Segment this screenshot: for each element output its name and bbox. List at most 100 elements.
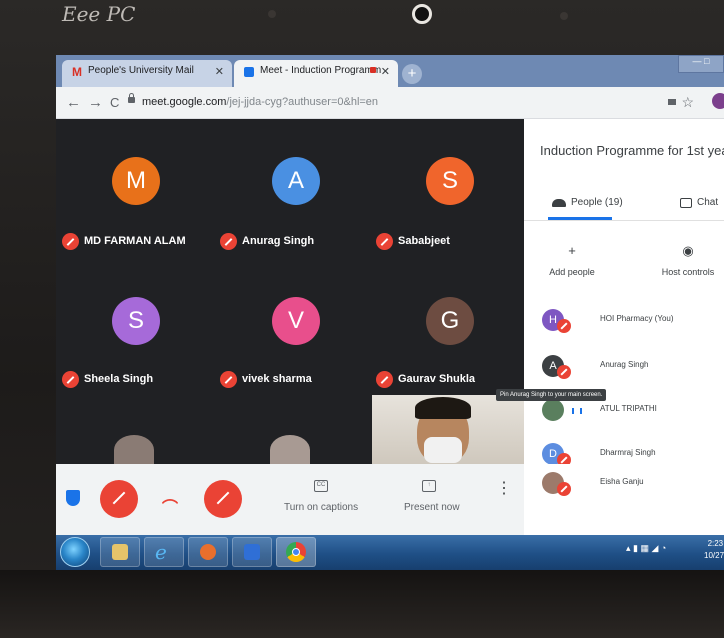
clock-date: 10/27/2	[704, 551, 724, 560]
participant-tile[interactable]: V vivek sharma	[220, 279, 370, 389]
participant-row[interactable]: A Anurag Singh	[542, 355, 722, 385]
system-tray[interactable]: ▴ ▮ ▦ ◢ ◔	[626, 543, 666, 554]
present-icon[interactable]: ↑	[422, 480, 436, 492]
profile-avatar[interactable]	[712, 93, 724, 109]
address-bar: ← → C meet.google.com/jej-jjda-cyg?authu…	[56, 87, 724, 119]
people-panel-continued: Eisha Ganju	[524, 464, 724, 535]
participant-row[interactable]: Eisha Ganju	[542, 472, 722, 502]
mic-off-icon	[220, 233, 237, 250]
tab-chat-label: Chat	[697, 197, 719, 208]
avatar: V	[272, 297, 320, 345]
add-people-button[interactable]: + Add people	[532, 244, 612, 277]
participant-tile[interactable]: G Gaurav Shukla	[376, 279, 526, 389]
tab-people[interactable]: People (19)	[552, 197, 623, 208]
system-clock[interactable]: 2:23 P 10/27/2	[704, 538, 724, 562]
participant-name: vivek sharma	[242, 373, 312, 385]
add-people-label: Add people	[549, 267, 595, 277]
window-controls[interactable]: — □	[678, 55, 724, 73]
device-brand: Eee PC	[62, 2, 136, 26]
avatar: M	[112, 157, 160, 205]
windows-taskbar: e ▴ ▮ ▦ ◢ ◔ 2:23 P 10/27/2	[56, 535, 724, 570]
taskbar-chrome[interactable]	[276, 537, 316, 567]
people-panel: Induction Programme for 1st year... Peop…	[524, 119, 724, 467]
tab-label: People's University Mail	[88, 65, 194, 76]
participant-row[interactable]: H HOI Pharmacy (You)	[542, 309, 722, 339]
url-path: /jej-jjda-cyg?authuser=0&hl=en	[226, 96, 379, 108]
participant-row[interactable]: ATUL TRIPATHI	[542, 399, 722, 429]
bezel-sensor	[268, 10, 276, 18]
self-video-tile[interactable]	[372, 395, 524, 464]
participant-name: Sababjeet	[398, 235, 450, 247]
forward-icon[interactable]: →	[88, 94, 103, 111]
mic-off-icon	[557, 365, 571, 379]
mic-toggle-button[interactable]	[100, 480, 138, 518]
participant-tile[interactable]: S Sheela Singh	[62, 279, 212, 389]
mic-off-icon	[62, 233, 79, 250]
laptop-bottom-bezel	[0, 570, 724, 638]
self-video-mask	[424, 437, 462, 463]
taskbar-meet[interactable]	[232, 537, 272, 567]
more-options-icon[interactable]: ⋮	[496, 481, 512, 497]
present-now-button[interactable]: Present now	[404, 502, 460, 513]
host-controls-label: Host controls	[661, 267, 715, 277]
taskbar-media[interactable]	[188, 537, 228, 567]
participant-tile[interactable]: S Sababjeet	[376, 141, 526, 251]
star-icon[interactable]: ☆	[681, 94, 694, 111]
chrome-icon	[286, 542, 306, 562]
lock-icon[interactable]	[128, 93, 135, 103]
new-tab-button[interactable]: +	[402, 64, 422, 84]
hang-up-button[interactable]: ⌒	[162, 494, 178, 518]
avatar: S	[426, 157, 474, 205]
taskbar-explorer[interactable]	[100, 537, 140, 567]
mic-off-icon	[376, 233, 393, 250]
media-player-icon	[200, 544, 216, 560]
tab-label: Meet - Induction Programm	[260, 65, 382, 76]
participant-name: Anurag Singh	[242, 235, 315, 247]
meet-icon	[244, 67, 254, 77]
host-controls-button[interactable]: ◉ Host controls	[648, 244, 724, 277]
captions-icon[interactable]: CC	[314, 480, 328, 492]
participant-name: Anurag Singh	[600, 360, 649, 369]
avatar: A	[272, 157, 320, 205]
close-icon[interactable]: ✕	[215, 65, 224, 78]
camera-off-icon	[216, 491, 230, 505]
recording-icon	[370, 67, 376, 73]
captions-button[interactable]: Turn on captions	[284, 502, 358, 513]
tab-meet[interactable]: Meet - Induction Programm ✕	[234, 60, 398, 87]
webcam	[412, 4, 432, 24]
participant-tile[interactable]: A Anurag Singh	[220, 141, 370, 251]
speaking-indicator-icon	[572, 408, 582, 414]
laptop-screen: M People's University Mail ✕ Meet - Indu…	[56, 55, 724, 570]
pin-tooltip: Pin Anurag Singh to your main screen.	[496, 389, 607, 401]
tab-chat[interactable]: Chat	[680, 197, 718, 208]
participant-name: ATUL TRIPATHI	[600, 404, 657, 413]
video-camera-icon	[244, 544, 260, 560]
participant-tile[interactable]: M MD FARMAN ALAM	[62, 141, 212, 251]
gmail-icon: M	[72, 65, 82, 79]
divider	[524, 220, 724, 221]
start-button[interactable]	[60, 537, 90, 567]
participant-name: Sheela Singh	[84, 373, 154, 385]
url-field[interactable]: meet.google.com/jej-jjda-cyg?authuser=0&…	[142, 96, 378, 108]
participant-name: Eisha Ganju	[600, 477, 644, 486]
taskbar-ie[interactable]: e	[144, 537, 184, 567]
camera-toggle-button[interactable]	[204, 480, 242, 518]
people-icon	[552, 198, 566, 207]
clock-time: 2:23 P	[707, 539, 724, 548]
back-icon[interactable]: ←	[66, 94, 81, 111]
mic-off-icon	[557, 319, 571, 333]
chat-icon	[680, 197, 692, 208]
internet-explorer-icon: e	[155, 540, 167, 564]
shield-icon[interactable]	[66, 490, 80, 506]
reload-icon[interactable]: C	[110, 95, 119, 110]
mic-off-icon	[220, 371, 237, 388]
url-domain: meet.google.com	[142, 96, 227, 108]
meeting-controls: ⌒ CC Turn on captions ↑ Present now ⋮	[56, 464, 524, 535]
mic-off-icon	[557, 482, 571, 496]
participant-name: HOI Pharmacy (You)	[600, 314, 674, 323]
avatar: S	[112, 297, 160, 345]
mic-off-icon	[62, 371, 79, 388]
tab-gmail[interactable]: M People's University Mail ✕	[62, 60, 232, 87]
extension-icon[interactable]	[668, 99, 676, 105]
close-icon[interactable]: ✕	[381, 65, 390, 78]
